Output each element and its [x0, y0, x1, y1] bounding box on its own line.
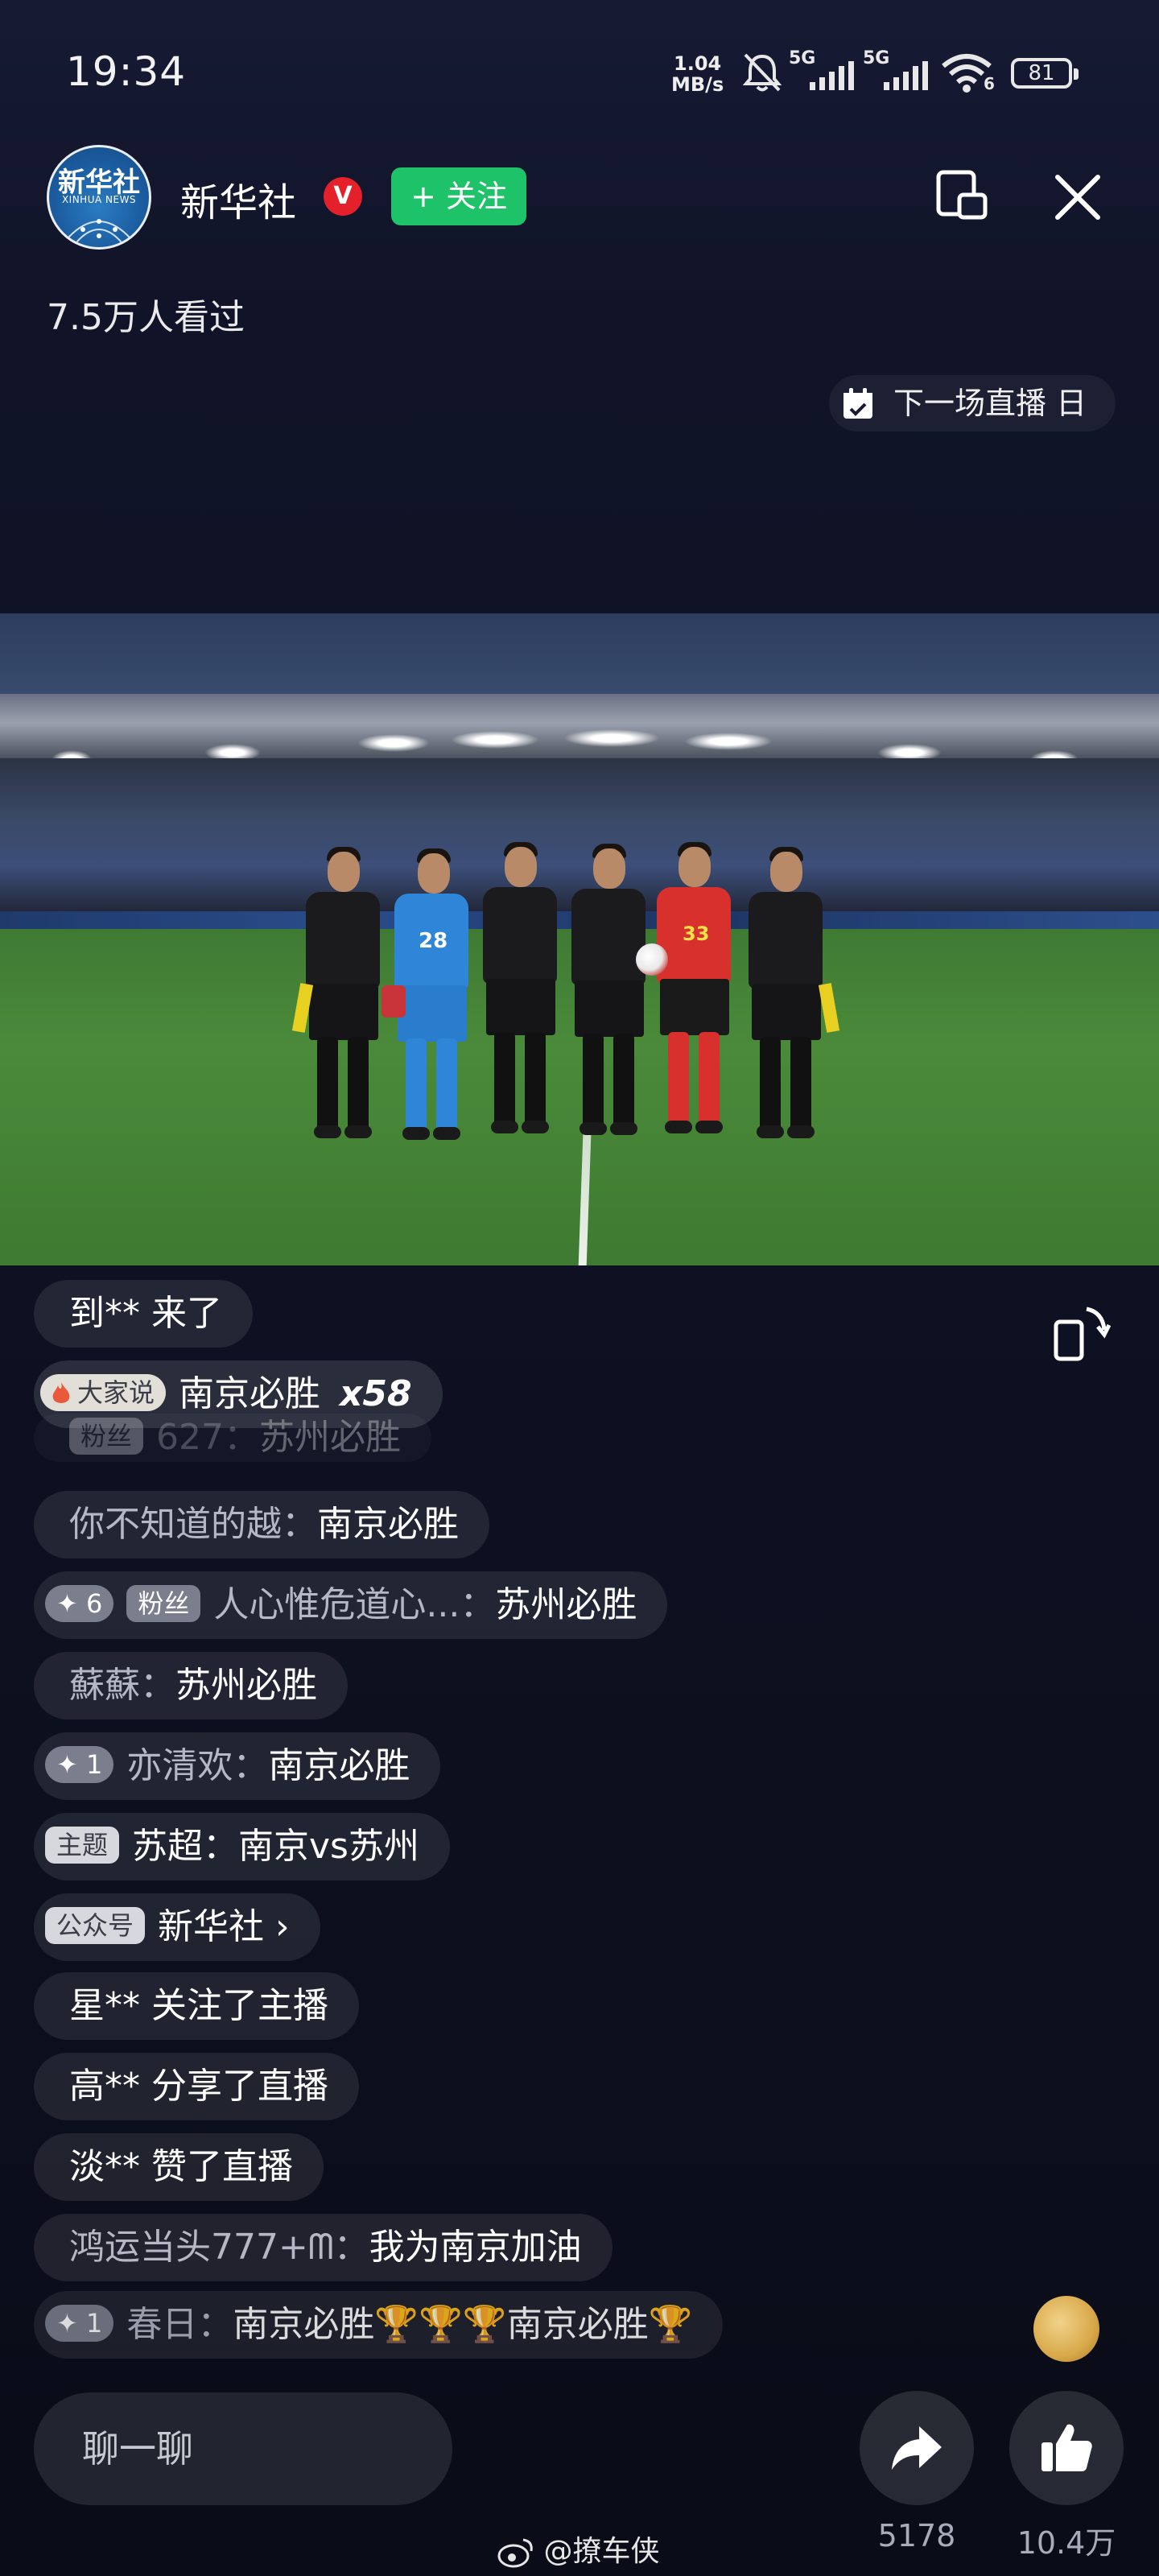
wifi-label: 6 [984, 74, 995, 93]
chat-username: 人心惟危道心...： [213, 1584, 496, 1625]
clock: 19:34 [66, 48, 187, 95]
watermark: @撩车侠 [497, 2528, 659, 2570]
chat-text: 新华社 › [158, 1906, 290, 1947]
net-speed-value: 1.04 [674, 52, 722, 75]
chat-text: 来了 [140, 1293, 222, 1334]
chat-username: 星** [69, 1985, 140, 2026]
status-bar: 19:34 1.04 MB/s 5G 5G 6 81 [0, 0, 1159, 145]
close-icon[interactable] [1050, 169, 1106, 225]
rotate-screen-icon[interactable] [1051, 1302, 1112, 1364]
chat-message[interactable]: 粉丝 627：苏州必胜 [34, 1414, 431, 1462]
video-stands [0, 758, 1159, 911]
chat-message[interactable]: 蘇蘇：苏州必胜 [34, 1652, 348, 1719]
topic-message[interactable]: 主题 苏超：南京vs苏州 [34, 1813, 450, 1880]
chat-username: 淡** [69, 2146, 140, 2187]
chip-label: 大家说 [77, 1377, 155, 1408]
level-chip: ✦ 1 [45, 1746, 114, 1783]
floodlight [684, 733, 773, 750]
chat-text: 苏超：南京vs苏州 [132, 1826, 419, 1867]
live-video-player[interactable]: 28 33 [0, 613, 1159, 1265]
chat-username: 到** [69, 1293, 140, 1334]
chat-username: 鸿运当头777+ᗰ： [69, 2227, 369, 2268]
chat-input[interactable]: 聊一聊 [34, 2392, 452, 2505]
floodlight [451, 731, 539, 749]
chat-username: 蘇蘇： [69, 1665, 175, 1706]
viewer-count: 7.5万人看过 [47, 297, 245, 338]
net-speed-unit: MB/s [671, 73, 724, 96]
chat-username: 高** [69, 2066, 140, 2107]
player-number: 28 [419, 929, 448, 953]
chat-message[interactable]: ✦ 1 亦清欢：南京必胜 [34, 1732, 441, 1800]
like-count: 10.4万 [1017, 2525, 1116, 2561]
network-speed: 1.04 MB/s [671, 53, 724, 95]
chat-text: 南京必胜 [268, 1745, 410, 1786]
next-live-label: 下一场直播 日 [893, 386, 1087, 421]
chat-text: 南京必胜 [179, 1373, 321, 1414]
account-name[interactable]: 新华社 [180, 171, 296, 227]
chat-message[interactable]: 你不知道的越：南京必胜 [34, 1491, 489, 1558]
fire-icon [52, 1382, 70, 1403]
chat-text: 苏州必胜 [259, 1417, 401, 1458]
globe-icon [68, 219, 130, 243]
chat-username: 春日： [126, 2304, 233, 2345]
mute-bell-icon [742, 53, 782, 92]
picture-in-picture-icon[interactable] [934, 167, 992, 225]
chat-message[interactable]: ✦ 6 粉丝 人心惟危道心...：苏州必胜 [34, 1571, 668, 1639]
chat-message[interactable]: 高** 分享了直播 [34, 2053, 359, 2120]
thumbs-up-icon [1041, 2424, 1092, 2471]
floodlight [563, 729, 660, 747]
emoji-reaction-icon[interactable] [1033, 2296, 1099, 2362]
fan-chip: 粉丝 [126, 1585, 201, 1622]
fan-chip: 粉丝 [69, 1418, 144, 1455]
weibo-icon [497, 2538, 533, 2568]
watermark-text: @撩车侠 [543, 2535, 660, 2568]
topic-chip: 主题 [45, 1827, 120, 1864]
chat-username: 你不知道的越： [69, 1504, 317, 1545]
chat-text: 关注了主播 [140, 1985, 328, 2026]
player-number: 33 [683, 923, 710, 945]
signal-1-icon [810, 61, 854, 90]
calendar-icon [843, 388, 872, 419]
chat-username: 627： [156, 1417, 259, 1458]
level-chip: ✦ 1 [45, 2305, 114, 2342]
chat-text: 苏州必胜 [175, 1665, 317, 1706]
next-live-button[interactable]: 下一场直播 日 [829, 375, 1116, 431]
share-button[interactable] [860, 2391, 974, 2505]
chat-text: 分享了直播 [140, 2066, 328, 2107]
avatar-logo-subtext: XINHUA NEWS [61, 194, 137, 205]
chat-message[interactable]: 星** 关注了主播 [34, 1972, 359, 2040]
like-button[interactable] [1009, 2391, 1124, 2505]
floodlight [357, 734, 430, 752]
chat-message[interactable]: 鸿运当头777+ᗰ：我为南京加油 [34, 2214, 612, 2281]
official-account-link[interactable]: 公众号 新华社 › [34, 1893, 320, 1961]
share-count: 5178 [877, 2518, 956, 2553]
official-account-chip: 公众号 [45, 1907, 146, 1944]
signal-2-icon [884, 61, 928, 90]
chat-text: 我为南京加油 [369, 2227, 582, 2268]
chat-text: 赞了直播 [140, 2146, 293, 2187]
chat-text: 南京必胜🏆🏆🏆南京必胜🏆 [233, 2304, 693, 2345]
share-arrow-icon [892, 2426, 942, 2470]
chat-message[interactable]: 到** 来了 [34, 1280, 253, 1348]
battery-indicator: 81 [1011, 58, 1079, 89]
chat-message[interactable]: 淡** 赞了直播 [34, 2133, 324, 2201]
video-stadium-roof [0, 694, 1159, 766]
repeat-multiplier: x58 [340, 1373, 412, 1414]
crowd-says-chip: 大家说 [40, 1374, 167, 1411]
chat-text: 苏州必胜 [495, 1584, 637, 1625]
level-chip: ✦ 6 [45, 1585, 114, 1622]
account-avatar[interactable]: 新华社 XINHUA NEWS [47, 145, 151, 250]
chat-message[interactable]: ✦ 1 春日：南京必胜🏆🏆🏆南京必胜🏆 [34, 2291, 724, 2359]
chat-text: 南京必胜 [317, 1504, 459, 1545]
chat-username: 亦清欢： [126, 1745, 269, 1786]
follow-button[interactable]: + 关注 [391, 167, 526, 225]
verified-badge: V [324, 177, 362, 216]
